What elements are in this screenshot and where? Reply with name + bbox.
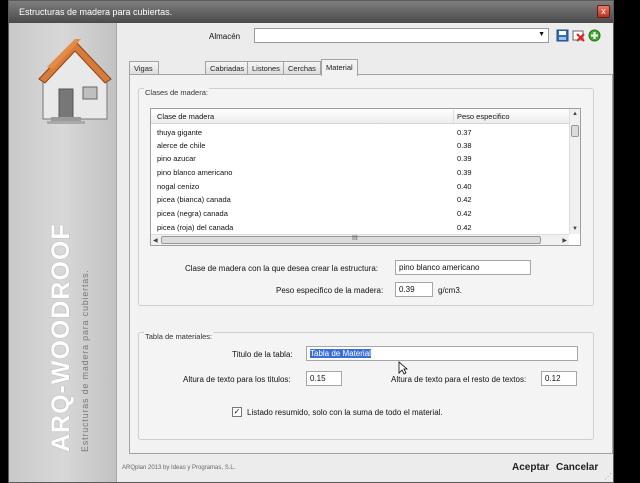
save-icon[interactable] xyxy=(556,29,569,42)
brand-vertical-text: ARQ-WOODROOF Estructuras de madera para … xyxy=(47,223,90,452)
checkmark-icon: ✓ xyxy=(233,407,241,416)
close-button[interactable]: x xyxy=(597,5,610,18)
estructura-label: Clase de madera con la que desea crear l… xyxy=(185,264,378,273)
cancel-button[interactable]: Cancelar xyxy=(556,462,598,473)
titulo-field[interactable]: Tabla de Material xyxy=(306,346,578,361)
vertical-scroll-thumb[interactable] xyxy=(571,125,579,137)
scroll-grip-icon: III xyxy=(352,235,358,242)
table-row[interactable]: thuya gigante 0.37 xyxy=(151,126,569,139)
cell-clase: pino azucar xyxy=(157,154,196,163)
cell-peso: 0.40 xyxy=(457,182,472,191)
brand-subtitle: Estructuras de madera para cubiertas. xyxy=(80,269,90,452)
peso-label: Peso especifico de la madera: xyxy=(276,286,384,295)
cell-clase: pino blanco americano xyxy=(157,168,233,177)
cell-peso: 0.42 xyxy=(457,209,472,218)
tab-material[interactable]: Material xyxy=(321,59,358,76)
altura-titulos-label: Altura de texto para los titulos: xyxy=(183,375,291,384)
table-horizontal-scrollbar[interactable]: ◀ III ▶ xyxy=(151,234,569,245)
estructura-field[interactable]: pino blanco americano xyxy=(395,260,531,275)
table-vertical-scrollbar[interactable]: ▲ ▼ xyxy=(569,109,580,234)
cell-peso: 0.37 xyxy=(457,128,472,137)
credit-text: ARQplan 2013 by Ideas y Programas, S.L. xyxy=(122,465,236,471)
add-icon[interactable] xyxy=(588,29,601,42)
table-row[interactable]: picea (roja) del canada 0.42 xyxy=(151,221,569,234)
chevron-down-icon[interactable]: ▼ xyxy=(538,31,545,38)
resize-grip-icon[interactable]: ⋰ xyxy=(604,472,612,481)
tabla-group-title: Tabla de materiales: xyxy=(144,332,214,341)
column-header-clase[interactable]: Clase de madera xyxy=(157,112,214,121)
listado-label: Listado resumido, solo con la suma de to… xyxy=(247,408,443,417)
clases-group-title: Clases de madera: xyxy=(144,88,209,97)
altura-resto-label: Altura de texto para el resto de textos: xyxy=(391,375,527,384)
cell-clase: nogal cenizo xyxy=(157,182,200,191)
madera-table: Clase de madera Peso especifico thuya gi… xyxy=(150,108,581,246)
scroll-down-icon[interactable]: ▼ xyxy=(572,226,578,232)
table-row[interactable]: pino azucar 0.39 xyxy=(151,152,569,165)
cell-peso: 0.42 xyxy=(457,223,472,232)
tab-cabriadas[interactable]: Cabriadas xyxy=(205,61,250,75)
tab-cerchas[interactable]: Cerchas xyxy=(283,61,321,75)
title-bar: Estructuras de madera para cubiertas. x xyxy=(9,1,613,23)
table-row[interactable]: pino blanco americano 0.39 xyxy=(151,166,569,179)
scroll-right-icon[interactable]: ▶ xyxy=(562,237,567,244)
table-row[interactable]: nogal cenizo 0.40 xyxy=(151,180,569,193)
cell-peso: 0.38 xyxy=(457,141,472,150)
cell-peso: 0.39 xyxy=(457,168,472,177)
column-header-peso[interactable]: Peso especifico xyxy=(457,112,510,121)
delete-icon[interactable] xyxy=(572,29,585,42)
mouse-cursor-icon xyxy=(398,361,408,375)
table-header: Clase de madera Peso especifico xyxy=(151,109,569,124)
titulo-value: Tabla de Material xyxy=(310,349,371,358)
brand-name: ARQ-WOODROOF xyxy=(47,223,75,452)
titulo-label: Titulo de la tabla: xyxy=(232,350,293,359)
cell-peso: 0.42 xyxy=(457,195,472,204)
peso-field[interactable]: 0.39 xyxy=(395,282,433,297)
altura-resto-field[interactable]: 0.12 xyxy=(541,371,577,386)
cell-clase: picea (bianca) canada xyxy=(157,195,231,204)
table-row[interactable]: picea (bianca) canada 0.42 xyxy=(151,193,569,206)
cell-peso: 0.39 xyxy=(457,154,472,163)
listado-checkbox[interactable]: ✓ xyxy=(232,407,242,417)
horizontal-scroll-thumb[interactable]: III xyxy=(161,235,541,244)
house-logo-icon xyxy=(38,39,112,124)
column-divider[interactable] xyxy=(453,110,454,123)
brand-sidepanel: ARQ-WOODROOF Estructuras de madera para … xyxy=(9,23,117,482)
tab-vigas-de-apoyo[interactable]: Vigas de apoyo xyxy=(129,61,160,99)
cell-clase: alerce de chile xyxy=(157,141,206,150)
cell-clase: picea (negra) canada xyxy=(157,209,228,218)
scroll-up-icon[interactable]: ▲ xyxy=(572,111,578,117)
altura-titulos-field[interactable]: 0.15 xyxy=(306,371,342,386)
cell-clase: thuya gigante xyxy=(157,128,203,137)
window-title: Estructuras de madera para cubiertas. xyxy=(19,7,173,17)
cell-clase: picea (roja) del canada xyxy=(157,223,234,232)
table-row[interactable]: picea (negra) canada 0.42 xyxy=(151,207,569,220)
almacen-combo[interactable]: ▼ xyxy=(254,28,549,43)
peso-unit: g/cm3. xyxy=(438,286,463,295)
table-row[interactable]: alerce de chile 0.38 xyxy=(151,139,569,152)
accept-button[interactable]: Aceptar xyxy=(512,462,549,473)
almacen-label: Almacén xyxy=(209,32,241,41)
tab-listones[interactable]: Listones xyxy=(247,61,285,75)
scroll-left-icon[interactable]: ◀ xyxy=(153,237,158,244)
